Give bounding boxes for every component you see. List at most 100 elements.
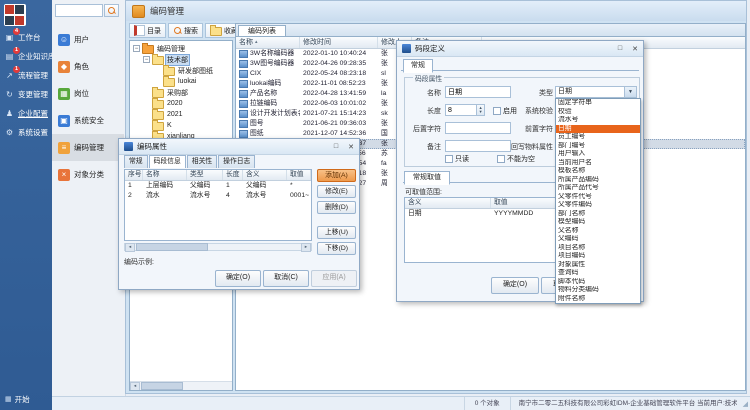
dialog-side-button[interactable]: 修改(E) (317, 185, 356, 198)
type-option[interactable]: 父零件编码 (556, 201, 640, 210)
type-option[interactable]: 对象属性 (556, 261, 640, 270)
type-option[interactable]: 流水号 (556, 116, 640, 125)
type-option[interactable]: 当前用户名 (556, 159, 640, 168)
sidebar-item[interactable]: ↻ 变更管理 (0, 85, 52, 104)
col-meaning[interactable]: 含义 (405, 198, 491, 208)
dialog-tab[interactable]: 相关性 (187, 155, 217, 168)
type-option[interactable]: 用户输入 (556, 150, 640, 159)
length-field[interactable] (446, 105, 476, 115)
toolbar-search-button[interactable]: 搜索 (168, 23, 203, 38)
suffix-field[interactable] (445, 122, 511, 134)
length-stepper[interactable]: ▲▼ (445, 104, 485, 116)
sidebar-item[interactable]: ▣4 工作台 (0, 28, 52, 47)
scroll-right-icon[interactable]: ► (301, 243, 311, 252)
col-no[interactable]: 序号 (125, 170, 143, 180)
dialog-side-button[interactable]: 添加(A) (317, 169, 356, 182)
type-combobox[interactable]: 日期 ▼ (555, 86, 637, 98)
type-option[interactable]: 父编码 (556, 235, 640, 244)
notnull-checkbox[interactable] (497, 155, 505, 163)
type-option[interactable]: 所属产品编码 (556, 176, 640, 185)
chevron-down-icon[interactable]: ▼ (624, 87, 636, 97)
module-item[interactable]: ▦ 岗位 (52, 80, 124, 107)
readonly-checkbox-row[interactable]: 只读 (445, 154, 469, 164)
sidebar-item[interactable]: ♟ 企业配置 (0, 104, 52, 123)
module-item[interactable]: ≡ 编码管理 (52, 134, 124, 161)
type-option[interactable]: 附件名称 (556, 295, 640, 304)
type-option[interactable]: 部门名称 (556, 210, 640, 219)
spinner-arrows-icon[interactable]: ▲▼ (476, 105, 484, 115)
column-header-name[interactable]: 名称▴ (236, 37, 300, 48)
type-option[interactable]: 日期 (556, 125, 640, 134)
col-type[interactable]: 类型 (187, 170, 223, 180)
sidebar-item[interactable]: ▤1 企业知识库 (0, 47, 52, 66)
dialog-side-button[interactable]: 下移(D) (317, 242, 356, 255)
note-field[interactable] (445, 140, 511, 152)
enable-checkbox[interactable] (493, 107, 501, 115)
apply-button[interactable]: 应用(A) (311, 270, 357, 287)
ok-button[interactable]: 确定(O) (491, 277, 539, 294)
search-input[interactable] (55, 4, 103, 17)
type-option[interactable]: 项目编码 (556, 252, 640, 261)
tree-node[interactable]: 采购部 (130, 87, 232, 98)
tab-general[interactable]: 常规 (403, 59, 433, 73)
start-button[interactable]: ▦ 开始 (0, 391, 57, 407)
table-horizontal-scrollbar[interactable]: ◄ ► (124, 243, 312, 251)
col-value[interactable]: 取值 (287, 170, 311, 180)
col-name[interactable]: 名称 (143, 170, 187, 180)
tree-horizontal-scrollbar[interactable]: ◄ (130, 381, 232, 390)
col-meaning[interactable]: 含义 (243, 170, 287, 180)
module-item[interactable]: × 对象分类 (52, 161, 124, 188)
cancel-button[interactable]: 取消(C) (263, 270, 309, 287)
dialog-tab[interactable]: 码段信息 (149, 155, 186, 168)
type-option[interactable]: 查询码 (556, 269, 640, 278)
type-option[interactable]: 模型编码 (556, 218, 640, 227)
type-option[interactable]: 校验 (556, 108, 640, 117)
scroll-left-icon[interactable]: ◄ (130, 382, 140, 391)
tree-expander[interactable]: − (143, 56, 150, 63)
scroll-left-icon[interactable]: ◄ (125, 243, 135, 252)
tree-node[interactable]: 2020 (130, 98, 232, 109)
col-length[interactable]: 长度 (223, 170, 243, 180)
ok-button[interactable]: 确定(O) (215, 270, 261, 287)
dialog-side-button[interactable]: 上移(U) (317, 226, 356, 239)
type-option[interactable]: 员工编号 (556, 133, 640, 142)
dialog-tab[interactable]: 常规 (124, 155, 148, 168)
sidebar-item[interactable]: ⚙ 系统设置 (0, 123, 52, 142)
column-header-modified-time[interactable]: 修改时间 (300, 37, 378, 48)
resize-grip-icon[interactable]: ◢ (743, 400, 748, 408)
module-item[interactable]: ▣ 系统安全 (52, 107, 124, 134)
tree-node[interactable]: − 编码管理 (130, 43, 232, 54)
dialog-tab[interactable]: 操作日志 (218, 155, 255, 168)
tree-node[interactable]: K (130, 120, 232, 131)
module-item[interactable]: ☺ 用户 (52, 26, 124, 53)
table-row[interactable]: 2 流水 流水号 4 流水号 0001~ (125, 191, 311, 201)
tree-node[interactable]: luokai (130, 76, 232, 87)
type-option[interactable]: 固定字符串 (556, 99, 640, 108)
close-icon[interactable]: ✕ (348, 143, 354, 151)
type-option[interactable]: 模板名称 (556, 167, 640, 176)
notnull-checkbox-row[interactable]: 不能为空 (497, 154, 535, 164)
dialog-titlebar[interactable]: 编码属性 □ ✕ (119, 139, 359, 155)
type-option[interactable]: 部门编号 (556, 142, 640, 151)
dialog-side-button[interactable]: 删除(D) (317, 201, 356, 214)
dialog-titlebar[interactable]: 码段定义 □ ✕ (397, 41, 643, 57)
type-option[interactable]: 物料分类编码 (556, 286, 640, 295)
type-option[interactable]: 所属产品代号 (556, 184, 640, 193)
table-row[interactable]: 1 上层编码 父编码 1 父编码 * (125, 181, 311, 191)
type-option[interactable]: 脚本代码 (556, 278, 640, 287)
sidebar-item[interactable]: ↗1 流程管理 (0, 66, 52, 85)
toolbar-directory-button[interactable]: 目录 (129, 23, 166, 38)
scrollbar-thumb[interactable] (136, 243, 208, 251)
type-option[interactable]: 父零件代号 (556, 193, 640, 202)
tree-expander[interactable]: − (133, 45, 140, 52)
maximize-icon[interactable]: □ (618, 45, 622, 52)
close-icon[interactable]: ✕ (632, 45, 638, 53)
tree-node[interactable]: 2021 (130, 109, 232, 120)
readonly-checkbox[interactable] (445, 155, 453, 163)
tree-node[interactable]: − 技术部 (130, 54, 232, 65)
module-item[interactable]: ◆ 角色 (52, 53, 124, 80)
name-field[interactable] (445, 86, 511, 98)
tab-general-values[interactable]: 常规取值 (404, 171, 450, 185)
maximize-icon[interactable]: □ (334, 143, 338, 150)
type-option[interactable]: 父名称 (556, 227, 640, 236)
